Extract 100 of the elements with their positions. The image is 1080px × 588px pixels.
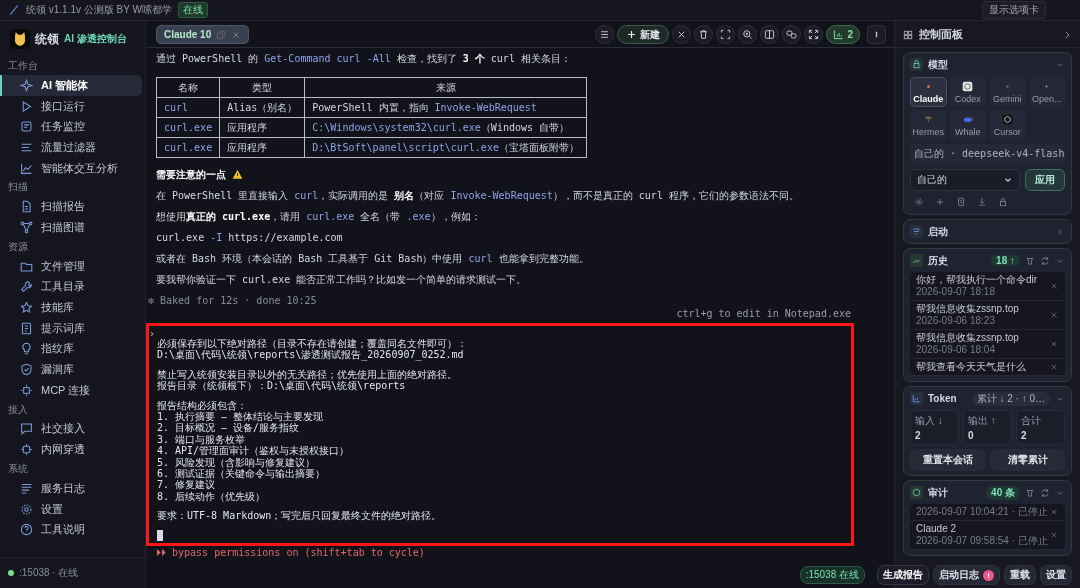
model-tile[interactable]: Whale — [949, 110, 986, 140]
document-icon[interactable] — [956, 197, 966, 207]
footer-button[interactable]: 设置 — [1040, 565, 1072, 585]
footer-button[interactable]: 启动日志 ! — [933, 565, 1000, 585]
nav-item[interactable]: 任务监控 — [0, 116, 142, 138]
nav-item[interactable]: 工具目录 — [0, 276, 142, 298]
close-icon[interactable] — [1049, 281, 1059, 291]
file-icon — [20, 200, 33, 214]
item-title: 帮我信息收集zssnp.top — [916, 332, 1020, 344]
model-tile[interactable]: Open... — [1028, 77, 1065, 107]
close-icon[interactable] — [1049, 507, 1059, 517]
model-select[interactable]: 自己的 — [910, 169, 1020, 191]
history-item[interactable]: 帮我信息收集zssnp.top 2026-09-06 18:23 — [910, 301, 1065, 330]
table-cell: C:\Windows\system32\curl.exe（Windows 自带） — [304, 117, 587, 138]
close-icon[interactable] — [1049, 310, 1059, 320]
trash-icon[interactable] — [1025, 487, 1035, 498]
nav-item[interactable]: 设置 — [0, 498, 142, 520]
item-title: 你好，帮我执行一个命令dir — [916, 274, 1039, 286]
close-icon[interactable] — [1049, 362, 1059, 372]
more-button[interactable] — [867, 25, 886, 44]
footer-button[interactable]: 生成报告 — [877, 565, 929, 585]
gear-icon[interactable] — [914, 197, 924, 207]
lock-icon — [910, 58, 923, 71]
session-tab[interactable]: Claude 10 — [156, 25, 250, 44]
toolbar-button[interactable] — [716, 25, 736, 44]
plus-icon[interactable] — [935, 197, 945, 207]
nav-item[interactable]: 扫描报告 — [0, 196, 142, 218]
lock-icon[interactable] — [998, 197, 1008, 207]
model-tile[interactable]: Cursor — [989, 110, 1026, 140]
prompt-line: 报告结构必须包含： — [157, 399, 248, 411]
column-header: 名称 — [156, 77, 220, 98]
counter-button[interactable]: 2 — [826, 25, 860, 44]
nav-item[interactable]: AI 智能体 — [0, 75, 142, 96]
panel-title: 控制面板 — [919, 27, 963, 42]
nav-item[interactable]: 服务日志 — [0, 478, 142, 499]
stat-label: 输入 ↓ — [915, 414, 944, 428]
history-item[interactable]: 帮我查看今天天气是什么 — [910, 359, 1065, 376]
nav-item[interactable]: 提示词库 — [0, 317, 142, 339]
refresh-icon[interactable] — [1040, 255, 1050, 266]
history-item[interactable]: 帮我信息收集zssnp.top 2026-09-06 18:04 — [910, 330, 1065, 359]
new-button[interactable]: 新建 — [617, 25, 670, 44]
model-tile[interactable]: Claude — [910, 77, 947, 107]
token-button[interactable]: 清零累计 — [990, 449, 1065, 471]
close-icon[interactable] — [231, 29, 242, 40]
model-tile[interactable]: Gemini — [989, 77, 1026, 107]
chevron-right-icon[interactable] — [1062, 29, 1072, 40]
startup-card[interactable]: 启动 — [903, 219, 1072, 244]
refresh-icon[interactable] — [1040, 487, 1050, 498]
nav-item[interactable]: 技能库 — [0, 297, 142, 318]
sparkle-icon — [20, 78, 33, 92]
nav-item[interactable]: 扫描图谱 — [0, 217, 142, 238]
close-icon[interactable] — [1049, 339, 1059, 349]
nav-item[interactable]: 文件管理 — [0, 255, 142, 277]
chip-icon — [20, 443, 33, 457]
toolbar-button[interactable] — [672, 25, 692, 44]
toolbar-button[interactable] — [782, 25, 802, 44]
nav-item[interactable]: 社交接入 — [0, 418, 142, 440]
trash-icon[interactable] — [1025, 255, 1035, 266]
columns-icon — [764, 29, 776, 40]
show-tabs-button[interactable]: 显示选项卡 — [982, 1, 1046, 19]
grid-icon — [903, 29, 913, 40]
close-icon[interactable] — [1049, 530, 1059, 540]
toolbar-button[interactable] — [694, 25, 714, 44]
nav-item[interactable]: 工具说明 — [0, 519, 142, 541]
nav-item[interactable]: 智能体交互分析 — [0, 157, 142, 179]
copy-icon — [216, 29, 227, 40]
item-date: 2026-09-07 10:04:21 · 已停止 — [916, 506, 1049, 518]
nav-item[interactable]: 内网穿透 — [0, 439, 142, 460]
prompt-line: D:\桌面\代码\统领\reports\渗透测试报告_20260907_0252.md — [157, 349, 465, 361]
nav-item[interactable]: 流量过滤器 — [0, 137, 142, 158]
token-button[interactable]: 重置本会话 — [910, 449, 985, 471]
model-tile[interactable]: Codex — [949, 77, 986, 107]
chat-icon — [20, 422, 33, 436]
footer-button[interactable]: 重载 — [1004, 565, 1036, 585]
history-item[interactable]: 你好，帮我执行一个命令dir 2026-09-07 18:18 — [910, 272, 1065, 301]
card-title: 启动 — [928, 224, 948, 239]
nav-item[interactable]: 接口运行 — [0, 95, 142, 117]
count-badge: 18 ↑ — [991, 255, 1020, 266]
menu-icon — [599, 29, 611, 40]
item-date: 2026-09-06 18:23 — [916, 315, 996, 327]
nav-item[interactable]: 指纹库 — [0, 338, 142, 360]
editor-hint: ctrl+g to edit in Notepad.exe — [676, 307, 851, 320]
card-title: 历史 — [928, 253, 948, 268]
audit-item[interactable]: Claude 2 2026-09-07 09:58:54 · 已停止 — [910, 521, 1065, 550]
nav-item[interactable]: 漏洞库 — [0, 359, 142, 380]
apply-button[interactable]: 应用 — [1025, 169, 1065, 191]
table-cell: Alias（别名） — [219, 97, 305, 118]
nav-item[interactable]: MCP 连接 — [0, 379, 142, 401]
audit-item[interactable]: 2026-09-07 10:04:21 · 已停止 — [910, 504, 1065, 521]
toolbar-button[interactable] — [738, 25, 758, 44]
app-name: 统领 — [35, 30, 59, 48]
online-dot — [8, 570, 14, 576]
toolbar-button[interactable] — [760, 25, 780, 44]
menu-button[interactable] — [595, 25, 615, 44]
section-heading: 资源 — [7, 239, 29, 254]
focus-icon — [720, 29, 732, 40]
prompt-line: 7. 修复建议 — [157, 479, 217, 491]
download-icon[interactable] — [977, 197, 987, 207]
model-tile[interactable]: Hermes — [910, 110, 947, 140]
toolbar-button[interactable] — [804, 25, 824, 44]
